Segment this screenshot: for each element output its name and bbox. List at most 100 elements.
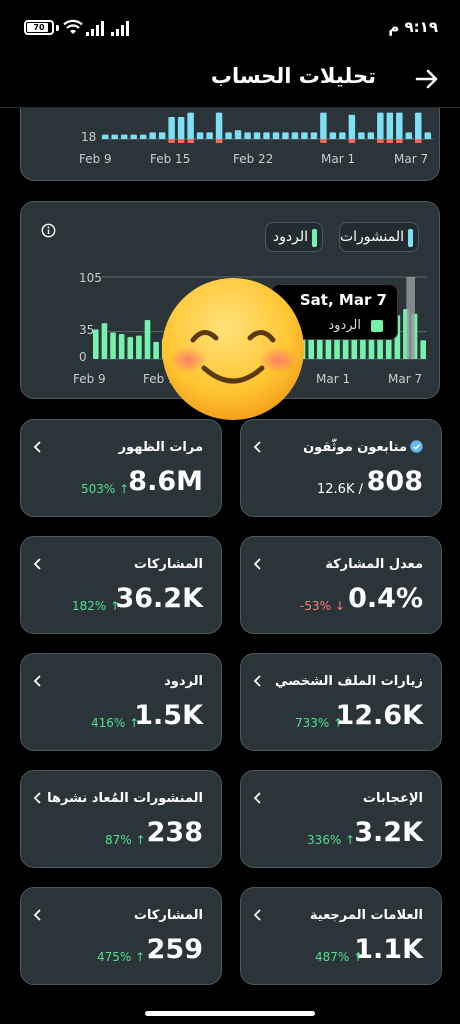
status-bar: 70 ٩:١٩ م	[0, 0, 460, 52]
metric-engagement-rate-card[interactable]: معدل المشاركة 0.4% -53% ↓	[240, 536, 442, 634]
bar	[101, 323, 108, 359]
metric-bookmarks-card[interactable]: العلامات المرجعية 1.1K 487% ↑	[240, 887, 442, 985]
metric-delta: 503% ↑	[81, 482, 130, 496]
chevron-left-icon	[253, 675, 261, 687]
metric-title: الردود	[164, 674, 203, 689]
metric-value: 238	[146, 817, 203, 848]
chevron-left-icon	[253, 909, 261, 921]
metric-title: زيارات الملف الشخصي	[274, 674, 423, 689]
metric-delta: 475% ↑	[97, 950, 146, 964]
metric-impressions-card[interactable]: مرات الظهور 8.6M 503% ↑	[20, 419, 222, 517]
metric-delta: 416% ↑	[91, 716, 140, 730]
x-tick: Feb 9	[73, 372, 106, 386]
metric-replies-card[interactable]: الردود 1.5K 416% ↑	[20, 653, 222, 751]
metric-value: 36.2K	[115, 583, 203, 614]
impressions-chart	[101, 112, 433, 143]
tooltip-swatch	[371, 320, 383, 332]
bar	[158, 132, 166, 139]
chevron-left-icon	[33, 441, 41, 453]
metric-shares-card[interactable]: المشاركات 36.2K 182% ↑	[20, 536, 222, 634]
metric-value: 808	[366, 466, 423, 497]
metric-shares-2-card[interactable]: المشاركات 259 475% ↑	[20, 887, 222, 985]
metric-delta: 733% ↑	[295, 716, 344, 730]
status-time: ٩:١٩ م	[388, 18, 438, 36]
metric-title: المشاركات	[133, 908, 203, 923]
y-tick: 18	[81, 130, 97, 144]
chevron-left-icon	[33, 675, 41, 687]
bar	[111, 134, 118, 139]
bar	[102, 134, 109, 139]
bar	[153, 341, 159, 359]
metric-title: متابعون موثّقون	[303, 440, 423, 455]
header: تحليلات الحساب	[0, 52, 460, 108]
bar	[310, 132, 318, 139]
metric-title: معدل المشاركة	[325, 557, 423, 572]
page-title: تحليلات الحساب	[210, 64, 376, 88]
bar-marker	[396, 139, 403, 143]
metric-title: العلامات المرجعية	[309, 908, 423, 923]
bar	[139, 134, 147, 139]
metric-title: مرات الظهور	[118, 440, 203, 455]
x-tick: Feb 15	[150, 152, 191, 166]
metric-delta: 87% ↑	[105, 833, 146, 847]
metric-value: 3.2K	[354, 817, 423, 848]
metric-title: المنشورات المُعاد نشرها	[47, 791, 203, 806]
bar	[272, 132, 280, 139]
bar	[168, 117, 175, 139]
bar-marker	[215, 139, 223, 143]
metric-value: 12.6K	[335, 700, 423, 731]
metric-profile-visits-card[interactable]: زيارات الملف الشخصي 12.6K 733% ↑	[240, 653, 442, 751]
arrow-right-icon[interactable]	[414, 66, 440, 92]
metric-title: المشاركات	[133, 557, 203, 572]
smiling-face-emoji-icon	[162, 278, 304, 420]
bar	[396, 112, 403, 139]
bar	[215, 112, 223, 139]
bar	[405, 132, 413, 139]
bar	[291, 132, 299, 139]
chevron-left-icon	[253, 441, 261, 453]
bar	[415, 112, 422, 139]
metric-value: 8.6M	[128, 466, 203, 497]
bar	[301, 132, 308, 139]
bar	[377, 112, 384, 139]
bar	[348, 114, 356, 139]
bar	[234, 130, 242, 139]
bar	[110, 332, 116, 359]
bar-marker	[177, 139, 185, 143]
metric-likes-card[interactable]: الإعجابات 3.2K 336% ↑	[240, 770, 442, 868]
bar-marker	[320, 139, 327, 143]
x-tick: Feb 9	[79, 152, 112, 166]
impressions-chart-card[interactable]: 18 Feb 9 Feb 15 Feb 22 Mar 1 Mar 7	[20, 108, 440, 181]
bar	[149, 132, 156, 139]
hover-highlight	[406, 277, 415, 359]
bar	[386, 112, 394, 139]
bar	[206, 132, 213, 139]
metric-title-text: متابعون موثّقون	[303, 440, 407, 455]
tooltip-date: Sat, Mar 7	[299, 291, 387, 309]
wifi-icon	[63, 19, 83, 34]
bar	[196, 132, 204, 139]
bar	[329, 132, 337, 139]
metric-verified-followers-card[interactable]: متابعون موثّقون 808 12.6K /	[240, 419, 442, 517]
bar	[127, 337, 134, 359]
metric-delta: 336% ↑	[307, 833, 356, 847]
bar-marker	[187, 139, 194, 143]
x-tick: Feb 22	[233, 152, 274, 166]
metric-value: 259	[146, 934, 203, 965]
bar	[424, 132, 431, 139]
chevron-left-icon	[253, 792, 261, 804]
home-indicator[interactable]	[145, 1011, 315, 1016]
bar-marker	[348, 139, 356, 143]
bar	[244, 132, 251, 139]
bar-marker	[377, 139, 384, 143]
metric-value: 0.4%	[348, 583, 423, 614]
bar	[136, 335, 142, 359]
chevron-left-icon	[253, 558, 261, 570]
chevron-left-icon	[33, 558, 41, 570]
bar	[187, 112, 194, 139]
bar	[334, 337, 340, 359]
bar	[130, 134, 137, 139]
metric-reposts-card[interactable]: المنشورات المُعاد نشرها 238 87% ↑	[20, 770, 222, 868]
bar	[144, 319, 151, 359]
x-tick: Mar 7	[394, 152, 429, 166]
